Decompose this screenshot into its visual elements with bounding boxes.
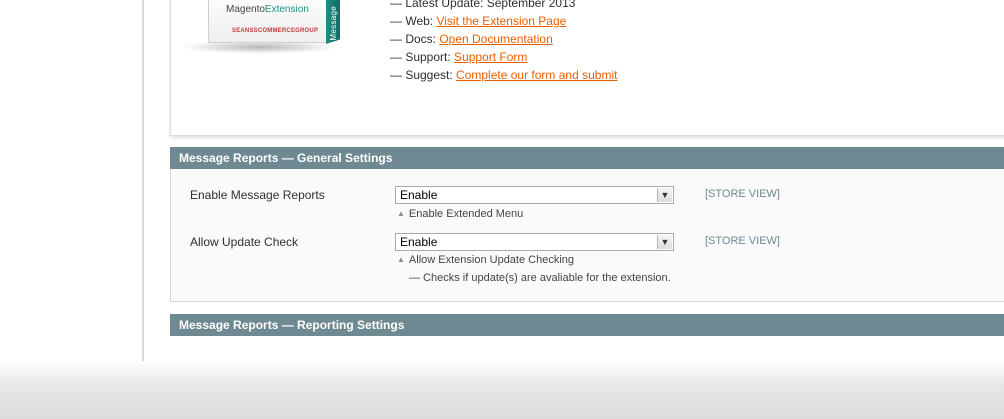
support-form-link[interactable]: Support Form bbox=[454, 50, 527, 64]
enable-message-reports-label: Enable Message Reports bbox=[190, 188, 325, 202]
product-title-part1: Magento bbox=[226, 4, 265, 15]
allow-update-check-value: Enable bbox=[400, 235, 438, 249]
allow-update-check-sub-note: — Checks if update(s) are avaliable for … bbox=[409, 272, 671, 284]
support-prefix: — Support: bbox=[390, 50, 455, 64]
product-brand: SEANSSCOMMERCEGROUP bbox=[232, 28, 319, 34]
enable-message-reports-value: Enable bbox=[400, 188, 438, 202]
enable-message-reports-scope: [STORE VIEW] bbox=[705, 188, 780, 200]
suggest-prefix: — Suggest: bbox=[390, 68, 457, 82]
web-prefix: — Web: bbox=[390, 14, 437, 28]
product-title: MagentoExtension bbox=[226, 4, 309, 15]
chevron-down-icon[interactable]: ▼ bbox=[657, 235, 672, 249]
triangle-up-icon: ▲ bbox=[397, 255, 405, 264]
latest-update-line: — Latest Update: September 2013 bbox=[390, 0, 576, 10]
content-left-border bbox=[142, 0, 144, 361]
footer-band bbox=[0, 361, 1004, 419]
allow-update-check-select[interactable]: Enable ▼ bbox=[395, 233, 674, 251]
allow-update-check-label: Allow Update Check bbox=[190, 235, 299, 249]
product-title-part2: Extension bbox=[264, 4, 309, 15]
web-line: — Web: Visit the Extension Page bbox=[390, 12, 617, 30]
suggest-line: — Suggest: Complete our form and submit bbox=[390, 66, 617, 84]
chevron-down-icon[interactable]: ▼ bbox=[657, 188, 672, 202]
extension-info-lines: — Latest Update: September 2013 — Web: V… bbox=[390, 0, 617, 84]
allow-update-check-note-text: Allow Extension Update Checking bbox=[408, 254, 575, 266]
reporting-settings-header[interactable]: Message Reports — Reporting Settings bbox=[170, 314, 1004, 336]
suggest-form-link[interactable]: Complete our form and submit bbox=[456, 68, 617, 82]
allow-update-check-note: ▲ Allow Extension Update Checking bbox=[397, 254, 574, 266]
product-side-label: Message bbox=[329, 6, 338, 41]
enable-message-reports-select[interactable]: Enable ▼ bbox=[395, 186, 674, 204]
open-documentation-link[interactable]: Open Documentation bbox=[439, 32, 552, 46]
extension-product-image: Message MagentoExtension SEANSSCOMMERCEG… bbox=[180, 0, 345, 54]
triangle-up-icon: ▲ bbox=[397, 209, 405, 218]
docs-prefix: — Docs: bbox=[390, 32, 440, 46]
enable-message-reports-note: ▲ Enable Extended Menu bbox=[397, 208, 523, 220]
docs-line: — Docs: Open Documentation bbox=[390, 30, 617, 48]
enable-message-reports-note-text: Enable Extended Menu bbox=[408, 208, 524, 220]
visit-extension-page-link[interactable]: Visit the Extension Page bbox=[436, 14, 566, 28]
support-line: — Support: Support Form bbox=[390, 48, 617, 66]
general-settings-header[interactable]: Message Reports — General Settings bbox=[170, 147, 1004, 169]
allow-update-check-scope: [STORE VIEW] bbox=[705, 235, 780, 247]
